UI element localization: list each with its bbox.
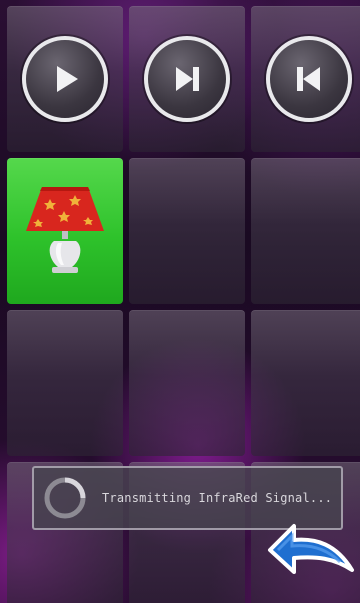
skip-previous-button[interactable] [266,36,352,122]
lamp-tile[interactable] [7,158,123,304]
empty-tile[interactable] [129,158,245,304]
skip-next-icon [176,67,199,91]
next-tile[interactable] [129,6,245,152]
spinner-icon [44,477,86,519]
empty-tile[interactable] [129,310,245,456]
back-arrow-icon[interactable] [264,500,358,576]
empty-tile[interactable] [251,310,360,456]
lamp-icon [26,187,104,273]
remote-screen: Transmitting InfraRed Signal... [0,0,360,603]
play-icon [57,66,78,92]
skip-next-button[interactable] [144,36,230,122]
skip-previous-icon [297,67,320,91]
play-tile[interactable] [7,6,123,152]
play-button[interactable] [22,36,108,122]
empty-tile[interactable] [251,158,360,304]
empty-tile[interactable] [7,310,123,456]
previous-tile[interactable] [251,6,360,152]
